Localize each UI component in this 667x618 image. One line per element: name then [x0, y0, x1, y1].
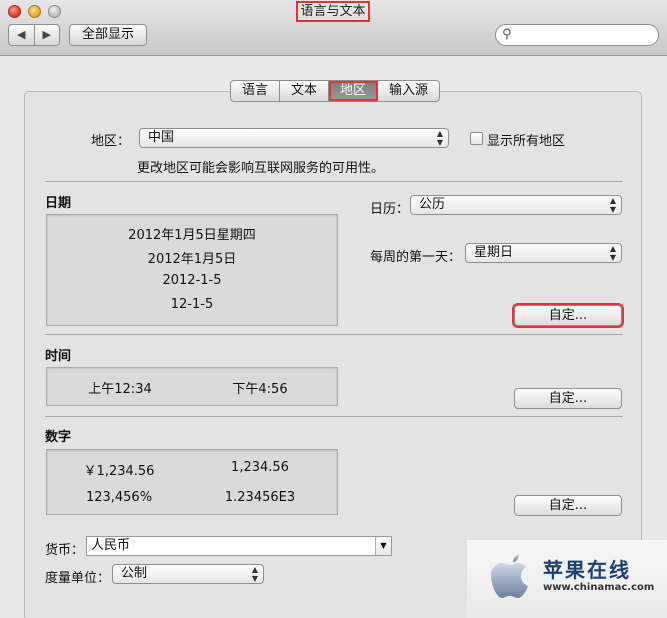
currency-label: 货币： — [45, 543, 85, 558]
popup-arrows-icon: ▲ ▼ — [251, 565, 258, 583]
first-day-value: 星期日 — [474, 245, 514, 260]
date-sample-medium: 2012-1-5 — [162, 273, 222, 288]
separator — [45, 181, 623, 182]
region-value: 中国 — [148, 130, 175, 145]
date-samples-box: 2012年1月5日星期四 2012年1月5日 2012-1-5 12-1-5 — [46, 214, 338, 326]
tab-text[interactable]: 文本 — [280, 81, 330, 101]
popup-arrows-icon: ▲ ▼ — [436, 129, 443, 147]
search-icon: ⚲ — [502, 27, 512, 42]
region-note: 更改地区可能会影响互联网服务的可用性。 — [137, 161, 385, 176]
tab-language[interactable]: 语言 — [231, 81, 281, 101]
numbers-heading: 数字 — [45, 430, 72, 445]
time-heading: 时间 — [45, 349, 72, 364]
currency-value: 人民币 — [91, 538, 131, 553]
numbers-customize-button[interactable]: 自定... — [514, 495, 622, 516]
close-window-button[interactable] — [8, 5, 21, 18]
search-field[interactable]: ⚲ — [495, 24, 659, 46]
minimize-window-button[interactable] — [28, 5, 41, 18]
currency-combo[interactable]: 人民币 ▼ — [86, 536, 392, 556]
separator — [45, 416, 623, 417]
zoom-window-button[interactable] — [48, 5, 61, 18]
calendar-popup[interactable]: 公历 ▲ ▼ — [410, 195, 622, 215]
show-all-button[interactable]: 全部显示 — [69, 24, 147, 46]
calendar-label: 日历： — [370, 202, 410, 217]
title-bar: 语言与文本 ◀ ▶ 全部显示 ⚲ — [0, 0, 667, 56]
back-arrow-icon[interactable]: ◀ — [9, 25, 35, 45]
time-sample-afternoon: 下午4:56 — [232, 382, 288, 397]
region-label: 地区： — [91, 134, 131, 149]
units-label: 度量单位： — [45, 571, 111, 586]
date-sample-short: 12-1-5 — [170, 297, 214, 312]
calendar-value: 公历 — [419, 197, 446, 212]
show-all-regions-label: 显示所有地区 — [487, 134, 566, 149]
watermark-brand: 苹果在线 — [543, 558, 631, 582]
time-samples-box: 上午12:34 下午4:56 — [46, 367, 338, 406]
units-popup[interactable]: 公制 ▲ ▼ — [112, 564, 264, 584]
region-popup[interactable]: 中国 ▲ ▼ — [139, 128, 449, 148]
date-sample-long: 2012年1月5日 — [147, 252, 237, 267]
window-title: 语言与文本 — [296, 1, 370, 22]
forward-arrow-icon[interactable]: ▶ — [35, 25, 60, 45]
date-customize-button[interactable]: 自定... — [512, 303, 624, 328]
watermark-url: www.chinamac.com — [543, 582, 655, 593]
back-forward-control[interactable]: ◀ ▶ — [8, 24, 60, 46]
tab-input-sources[interactable]: 输入源 — [378, 81, 439, 101]
popup-arrows-icon: ▲ ▼ — [609, 196, 616, 214]
chevron-down-icon[interactable]: ▼ — [375, 537, 391, 555]
first-day-label: 每周的第一天： — [370, 250, 462, 265]
popup-arrows-icon: ▲ ▼ — [609, 244, 616, 262]
number-sample-scientific: 1.23456E3 — [224, 490, 296, 505]
date-heading: 日期 — [45, 196, 72, 211]
tab-region[interactable]: 地区 — [329, 81, 379, 101]
first-day-popup[interactable]: 星期日 ▲ ▼ — [465, 243, 622, 263]
separator — [45, 334, 623, 335]
apple-logo-icon — [491, 554, 528, 598]
date-sample-full: 2012年1月5日星期四 — [128, 228, 256, 243]
units-value: 公制 — [121, 566, 148, 581]
tab-bar: 语言 文本 地区 输入源 — [230, 80, 441, 102]
number-sample-decimal: 1,234.56 — [231, 460, 289, 475]
time-customize-button[interactable]: 自定... — [514, 388, 622, 409]
watermark: 苹果在线 www.chinamac.com — [467, 540, 667, 618]
show-all-regions-checkbox[interactable] — [470, 132, 483, 145]
number-samples-box: ￥1,234.56 1,234.56 123,456% 1.23456E3 — [46, 449, 338, 515]
